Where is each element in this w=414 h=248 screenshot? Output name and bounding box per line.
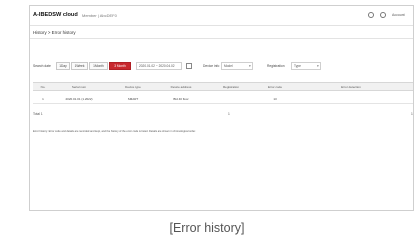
page-next[interactable]: 1	[411, 112, 413, 116]
period-1month-button[interactable]: 1Month	[89, 62, 108, 70]
registration-label: Registration	[267, 64, 285, 68]
breadcrumb: History > Error history	[33, 30, 76, 35]
help-note: Error history: Error code and details ar…	[33, 130, 196, 133]
top-bar: A-IBEDSW cloud Member | AbcDEF0 Account	[30, 6, 413, 26]
column-header: Registration	[222, 85, 240, 89]
top-right-controls: Account	[368, 12, 405, 18]
table-cell: 1	[42, 97, 44, 101]
search-date-label: Search date	[33, 64, 51, 68]
filter-bar: Search date 1Day 1Week 1Month 3 Month 20…	[33, 62, 413, 71]
total-count: Total 1	[33, 112, 43, 116]
table-cell: Bld 40 floor	[173, 97, 189, 101]
calendar-icon[interactable]	[186, 63, 192, 69]
divider	[30, 38, 413, 39]
table-cell: SMART	[127, 97, 139, 101]
device-info-label: Device info	[203, 64, 220, 68]
table-cell: 13	[273, 97, 277, 101]
page-number[interactable]: 1	[228, 112, 230, 116]
period-1day-button[interactable]: 1Day	[56, 62, 70, 70]
column-header: Device type	[125, 85, 141, 89]
app-subtitle: Member | AbcDEF0	[82, 13, 117, 18]
column-header: Error detection	[341, 85, 361, 89]
user-icon[interactable]	[380, 12, 386, 18]
table-header: No. Serial num Device type Device addres…	[33, 82, 413, 91]
date-range-input[interactable]: 2020.01.02 ~ 2020.04.02	[136, 62, 182, 70]
table-cell: 2020.01.01 (1.2022)	[65, 97, 93, 101]
chevron-down-icon: ▾	[317, 64, 319, 68]
period-1week-button[interactable]: 1Week	[71, 62, 88, 70]
figure-caption: [Error history]	[169, 221, 245, 235]
chevron-down-icon: ▾	[249, 64, 251, 68]
column-header: Device address	[170, 85, 192, 89]
app-window: A-IBEDSW cloud Member | AbcDEF0 Account …	[29, 5, 414, 211]
column-header: Error code	[267, 85, 283, 89]
column-header: No.	[40, 85, 46, 89]
table-row[interactable]: 1 2020.01.01 (1.2022) SMART Bld 40 floor…	[33, 95, 413, 104]
help-icon[interactable]	[368, 12, 374, 18]
app-logo[interactable]: A-IBEDSW cloud	[33, 12, 78, 18]
column-header: Serial num	[71, 85, 87, 89]
user-label[interactable]: Account	[392, 13, 405, 17]
period-3month-button[interactable]: 3 Month	[109, 62, 131, 70]
